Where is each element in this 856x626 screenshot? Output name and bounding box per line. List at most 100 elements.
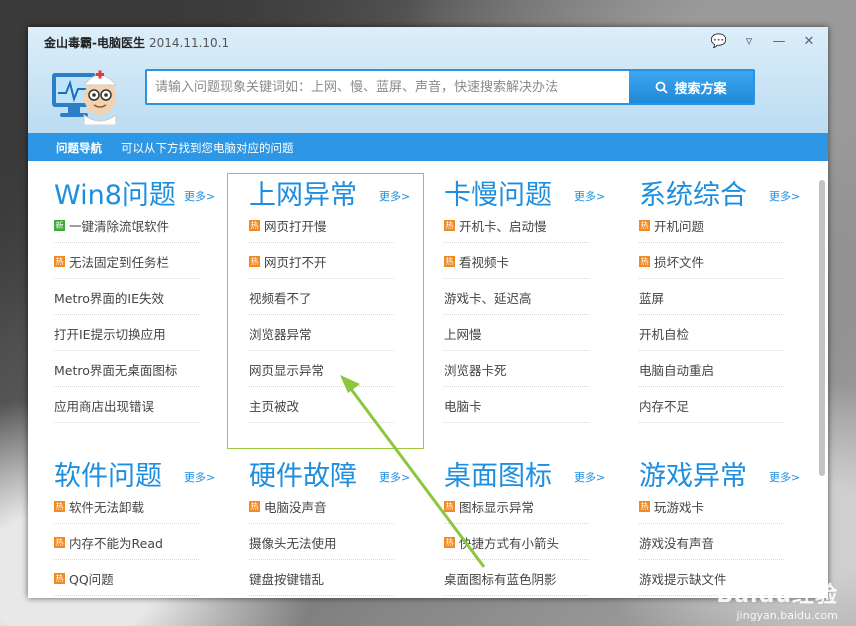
- problem-link[interactable]: 热图标显示异常: [444, 489, 589, 524]
- hot-badge-icon: 热: [444, 536, 455, 548]
- problem-link[interactable]: 电脑卡: [444, 388, 589, 423]
- problem-link[interactable]: 游戏卡、延迟高: [444, 280, 589, 315]
- category-title[interactable]: 桌面图标: [444, 454, 552, 493]
- problem-link[interactable]: 开机自检: [639, 316, 784, 351]
- vertical-scrollbar[interactable]: [819, 180, 825, 476]
- category-2: 卡慢问题 更多> 热开机卡、启动慢热看视频卡 游戏卡、延迟高上网慢浏览器卡死 电脑卡: [444, 169, 616, 423]
- close-icon[interactable]: ✕: [800, 32, 818, 50]
- more-link[interactable]: 更多>: [379, 469, 410, 485]
- new-badge-icon: 新: [54, 219, 65, 231]
- category-title[interactable]: 游戏异常: [639, 454, 747, 493]
- problem-label: 玩游戏卡: [654, 499, 705, 515]
- problem-link[interactable]: 热无法固定到任务栏: [54, 244, 199, 279]
- hot-badge-icon: 热: [249, 219, 260, 231]
- more-link[interactable]: 更多>: [769, 188, 800, 204]
- menu-icon[interactable]: ▿: [740, 32, 758, 50]
- category-title[interactable]: 软件问题: [54, 454, 162, 493]
- search-button[interactable]: 搜索方案: [629, 71, 753, 103]
- problem-label: 摄像头无法使用: [249, 535, 337, 551]
- problem-link[interactable]: 游戏没有声音: [639, 525, 784, 560]
- problem-link[interactable]: 打开IE提示切换应用: [54, 316, 199, 351]
- more-link[interactable]: 更多>: [769, 469, 800, 485]
- category-1: 上网异常 更多> 热网页打开慢热网页打不开视频看不了浏览器异常网页显示异常主页被改: [249, 169, 421, 423]
- watermark-url: jingyan.baidu.com: [736, 609, 838, 622]
- category-5: 硬件故障 更多> 热电脑没声音摄像头无法使用键盘按键错乱: [249, 450, 421, 596]
- app-version: 2014.11.10.1: [148, 36, 230, 50]
- problem-label: 桌面图标有蓝色阴影: [444, 571, 557, 587]
- hot-badge-icon: 热: [639, 255, 650, 267]
- category-title[interactable]: 上网异常: [249, 173, 357, 212]
- problem-label: 上网慢: [444, 326, 482, 342]
- problem-link[interactable]: 热看视频卡: [444, 244, 589, 279]
- category-3: 系统综合 更多> 热开机问题热损坏文件 蓝屏 开机自检 电脑自动重启 内存不足: [639, 169, 811, 423]
- nav-label: 问题导航: [56, 141, 102, 155]
- problem-link[interactable]: 摄像头无法使用: [249, 525, 394, 560]
- problem-label: 视频看不了: [249, 290, 312, 306]
- problem-link[interactable]: 键盘按键错乱: [249, 561, 394, 596]
- category-header: 上网异常 更多>: [249, 169, 421, 211]
- category-6: 桌面图标 更多> 热图标显示异常热快捷方式有小箭头 桌面图标有蓝色阴影: [444, 450, 616, 596]
- more-link[interactable]: 更多>: [574, 188, 605, 204]
- problem-link[interactable]: 热损坏文件: [639, 244, 784, 279]
- problem-label: 无法固定到任务栏: [69, 254, 170, 270]
- problem-link[interactable]: Metro界面无桌面图标: [54, 352, 199, 387]
- problem-label: 内存不足: [639, 398, 690, 414]
- hot-badge-icon: 热: [444, 255, 455, 267]
- minimize-icon[interactable]: —: [770, 32, 788, 50]
- problem-link[interactable]: Metro界面的IE失效: [54, 280, 199, 315]
- problem-link[interactable]: 热开机卡、启动慢: [444, 208, 589, 243]
- problem-link[interactable]: 热开机问题: [639, 208, 784, 243]
- problem-label: 应用商店出现错误: [54, 398, 155, 414]
- problem-link[interactable]: 蓝屏: [639, 280, 784, 315]
- problem-link[interactable]: 电脑自动重启: [639, 352, 784, 387]
- problem-link[interactable]: 浏览器卡死: [444, 352, 589, 387]
- hot-badge-icon: 热: [639, 500, 650, 512]
- category-header: 硬件故障 更多>: [249, 450, 421, 492]
- problem-link[interactable]: 内存不足: [639, 388, 784, 423]
- category-header: 卡慢问题 更多>: [444, 169, 616, 211]
- problem-link[interactable]: 热玩游戏卡: [639, 489, 784, 524]
- problem-link[interactable]: 桌面图标有蓝色阴影: [444, 561, 589, 596]
- category-title[interactable]: 卡慢问题: [444, 173, 552, 212]
- problem-link[interactable]: 网页显示异常: [249, 352, 394, 387]
- problem-link[interactable]: 热内存不能为Read: [54, 525, 199, 560]
- window-title: 金山毒霸-电脑医生 2014.11.10.1: [44, 34, 229, 51]
- watermark: Baidu经验 jingyan.baidu.com: [716, 577, 838, 622]
- problem-label: 一键清除流氓软件: [69, 218, 170, 234]
- category-header: 桌面图标 更多>: [444, 450, 616, 492]
- problem-label: 软件无法卸载: [69, 499, 145, 515]
- problem-label: 游戏提示缺文件: [639, 571, 727, 587]
- category-7: 游戏异常 更多> 热玩游戏卡游戏没有声音 游戏提示缺文件: [639, 450, 811, 596]
- problem-link[interactable]: 热软件无法卸载: [54, 489, 199, 524]
- problem-link[interactable]: 热快捷方式有小箭头: [444, 525, 589, 560]
- problem-link[interactable]: 新一键清除流氓软件: [54, 208, 199, 243]
- problem-link[interactable]: 上网慢: [444, 316, 589, 351]
- problem-link[interactable]: 热网页打不开: [249, 244, 394, 279]
- hot-badge-icon: 热: [54, 536, 65, 548]
- more-link[interactable]: 更多>: [574, 469, 605, 485]
- problem-link[interactable]: 浏览器异常: [249, 316, 394, 351]
- feedback-icon[interactable]: 💬: [710, 32, 728, 50]
- more-link[interactable]: 更多>: [184, 469, 215, 485]
- nav-description: 可以从下方找到您电脑对应的问题: [121, 141, 294, 155]
- problem-link[interactable]: 热电脑没声音: [249, 489, 394, 524]
- problem-label: 网页显示异常: [249, 362, 325, 378]
- problem-link[interactable]: 热网页打开慢: [249, 208, 394, 243]
- problem-label: 图标显示异常: [459, 499, 535, 515]
- category-title[interactable]: 硬件故障: [249, 454, 357, 493]
- more-link[interactable]: 更多>: [184, 188, 215, 204]
- problem-link[interactable]: 主页被改: [249, 388, 394, 423]
- category-title[interactable]: 系统综合: [639, 173, 747, 212]
- problem-link[interactable]: 视频看不了: [249, 280, 394, 315]
- problem-link[interactable]: 热 QQ问题: [54, 561, 199, 596]
- problem-label: 开机问题: [654, 218, 705, 234]
- problem-label: 内存不能为Read: [69, 535, 163, 551]
- problem-label: 游戏没有声音: [639, 535, 715, 551]
- category-title[interactable]: Win8问题: [54, 173, 176, 212]
- window-controls: 💬 ▿ — ✕: [710, 32, 818, 50]
- search-input[interactable]: [147, 71, 633, 103]
- problem-label: 蓝屏: [639, 290, 665, 306]
- problem-link[interactable]: 应用商店出现错误: [54, 388, 199, 423]
- problem-label: 损坏文件: [654, 254, 705, 270]
- more-link[interactable]: 更多>: [379, 188, 410, 204]
